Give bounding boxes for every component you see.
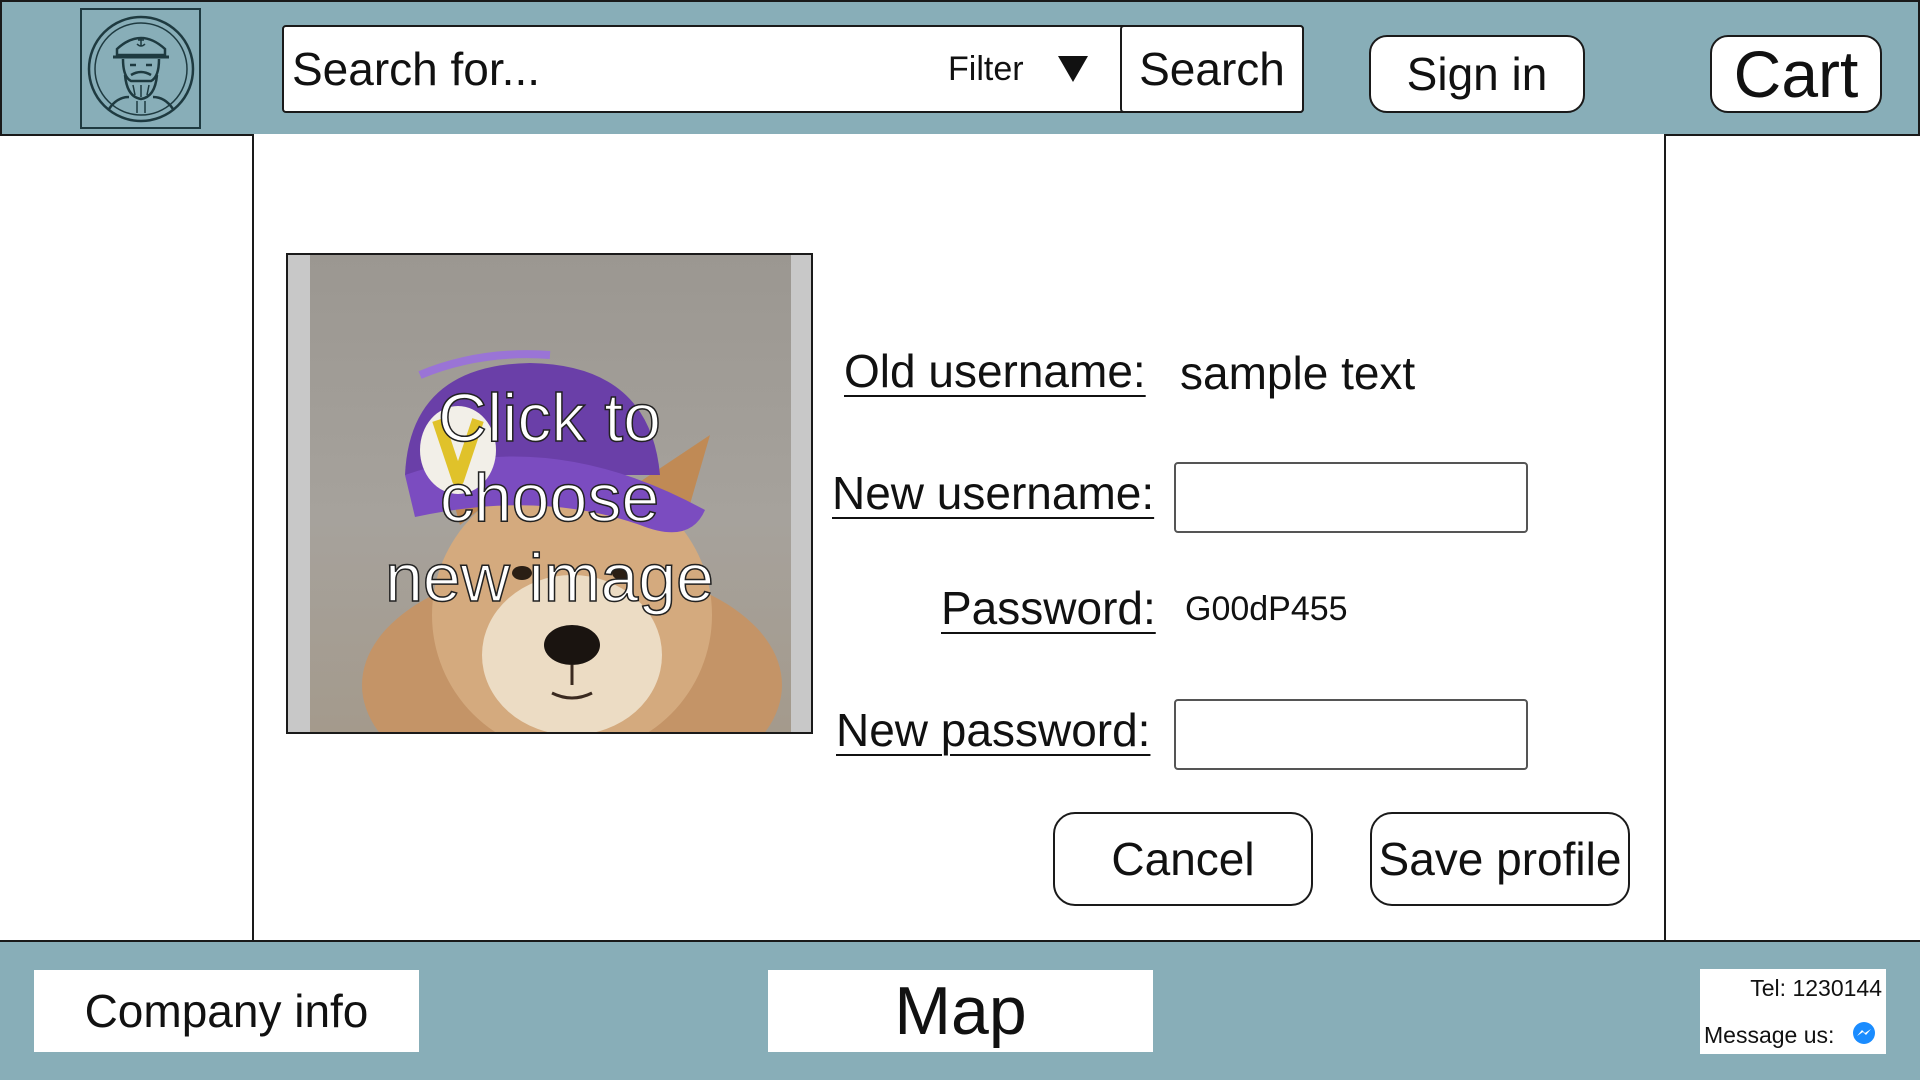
new-password-label: New password: bbox=[836, 704, 1151, 756]
old-username-label: Old username: bbox=[844, 345, 1146, 397]
new-username-label: New username: bbox=[832, 467, 1155, 519]
save-profile-button[interactable]: Save profile bbox=[1370, 812, 1630, 906]
new-username-field[interactable] bbox=[1174, 462, 1528, 533]
sign-in-button[interactable]: Sign in bbox=[1369, 35, 1585, 113]
messenger-icon[interactable] bbox=[1852, 1021, 1876, 1045]
filter-label: Filter bbox=[948, 49, 1024, 88]
password-value: G00dP455 bbox=[1185, 590, 1348, 628]
filter-dropdown[interactable]: Filter bbox=[948, 27, 1088, 111]
sea-captain-logo-icon bbox=[87, 15, 194, 122]
password-label: Password: bbox=[941, 582, 1156, 634]
company-info-link[interactable]: Company info bbox=[34, 970, 419, 1052]
old-username-value: sample text bbox=[1180, 347, 1416, 399]
cart-button[interactable]: Cart bbox=[1710, 35, 1882, 113]
search-bar: Filter Search bbox=[282, 25, 1304, 113]
map-link[interactable]: Map bbox=[768, 970, 1153, 1052]
header: Filter Search Sign in Cart bbox=[0, 0, 1920, 136]
caret-down-icon bbox=[1057, 56, 1088, 82]
telephone-number: Tel: 1230144 bbox=[1750, 975, 1882, 1001]
cancel-button[interactable]: Cancel bbox=[1053, 812, 1313, 906]
contact-box: Tel: 1230144 Message us: bbox=[1700, 969, 1886, 1054]
message-us-label: Message us: bbox=[1704, 1022, 1835, 1048]
new-password-field[interactable] bbox=[1174, 699, 1528, 770]
footer: Company info Map Tel: 1230144 Message us… bbox=[0, 940, 1920, 1080]
logo[interactable] bbox=[80, 8, 201, 129]
search-input[interactable] bbox=[292, 35, 892, 103]
search-button[interactable]: Search bbox=[1120, 25, 1304, 113]
profile-image-picker[interactable]: Click to choose new image bbox=[286, 253, 813, 734]
image-caption: Click to choose new image bbox=[384, 379, 714, 617]
